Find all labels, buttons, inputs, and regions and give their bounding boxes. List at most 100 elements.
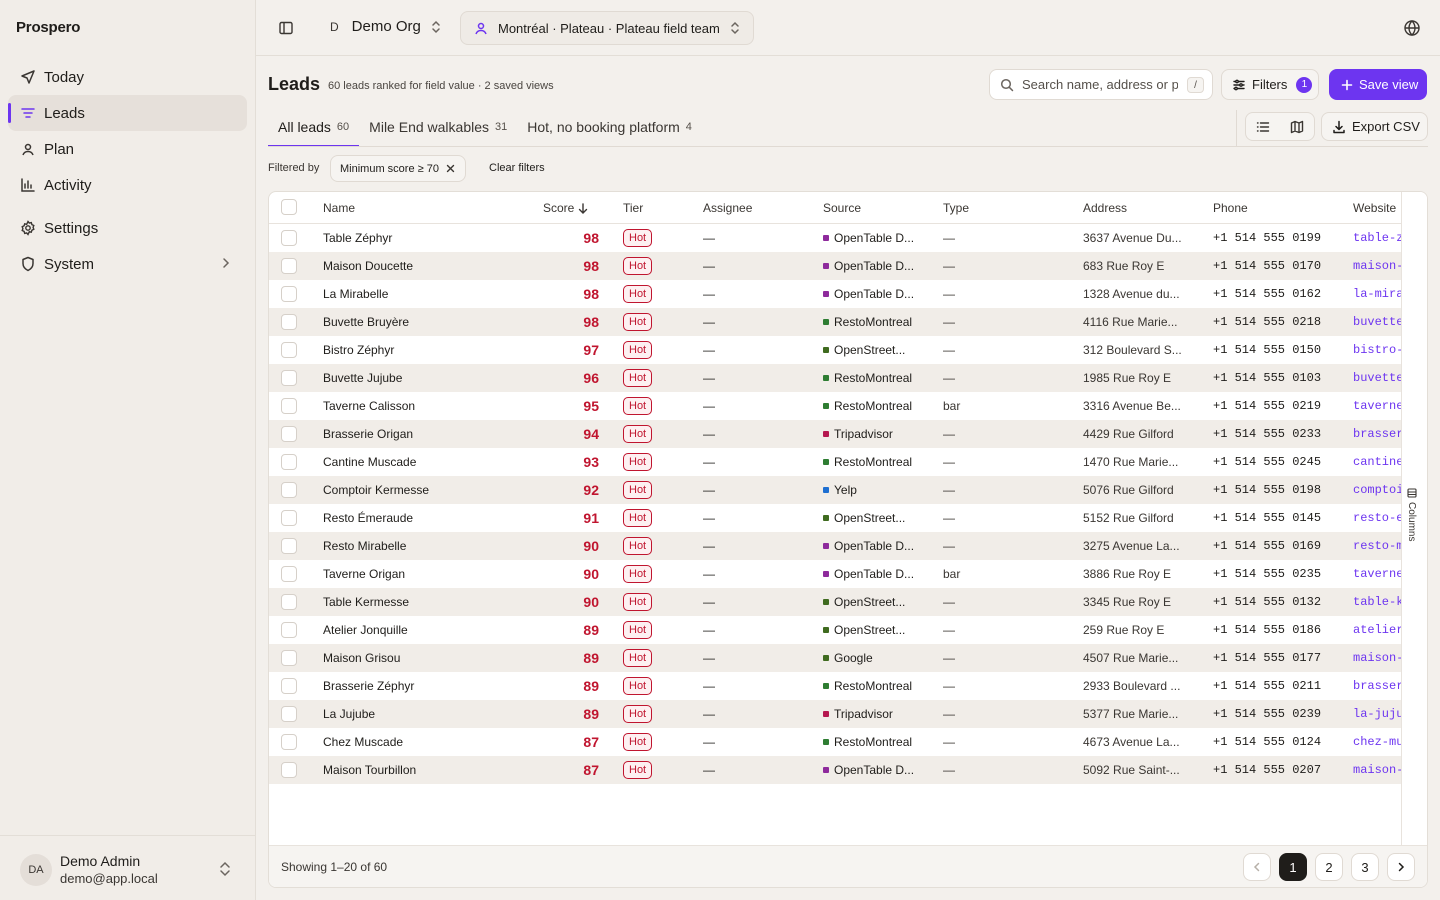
page-button-2[interactable]: 2 [1315, 853, 1343, 881]
lead-website-link[interactable]: table-ker [1353, 595, 1401, 609]
lead-name[interactable]: Chez Muscade [323, 735, 523, 749]
table-row[interactable]: Resto Émeraude 91 Hot — OpenStreet... — 5152 R… [269, 504, 1401, 532]
lead-website-link[interactable]: chez-mu [1353, 735, 1401, 749]
tab-hot-no-booking[interactable]: Hot, no booking platform 4 [517, 108, 702, 146]
lead-name[interactable]: La Jujube [323, 707, 523, 721]
list-view-icon[interactable] [1246, 113, 1280, 140]
row-checkbox[interactable] [281, 510, 297, 526]
sidebar-item-leads[interactable]: Leads [8, 95, 247, 131]
lead-name[interactable]: Table Zéphyr [323, 231, 523, 245]
search-input[interactable] [1022, 77, 1178, 92]
export-csv-button[interactable]: Export CSV [1321, 112, 1428, 141]
row-checkbox[interactable] [281, 286, 297, 302]
lead-name[interactable]: Resto Mirabelle [323, 539, 523, 553]
lead-website-link[interactable]: la-jujube [1353, 707, 1401, 721]
table-row[interactable]: Comptoir Kermesse 92 Hot — Yelp — 5076 Rue Gil… [269, 476, 1401, 504]
table-row[interactable]: Buvette Bruyère 98 Hot — RestoMontreal — 4116 … [269, 308, 1401, 336]
prev-page-button[interactable] [1243, 853, 1271, 881]
lead-website-link[interactable]: maison-t [1353, 763, 1401, 777]
column-header-address[interactable]: Address [1083, 201, 1127, 215]
lead-name[interactable]: Taverne Calisson [323, 399, 523, 413]
lead-name[interactable]: Bistro Zéphyr [323, 343, 523, 357]
column-header-source[interactable]: Source [823, 201, 861, 215]
lead-name[interactable]: Taverne Origan [323, 567, 523, 581]
row-checkbox[interactable] [281, 762, 297, 778]
select-all-checkbox[interactable] [281, 199, 297, 215]
page-button-3[interactable]: 3 [1351, 853, 1379, 881]
lead-name[interactable]: Buvette Bruyère [323, 315, 523, 329]
column-header-assignee[interactable]: Assignee [703, 201, 752, 215]
table-row[interactable]: Bistro Zéphyr 97 Hot — OpenStreet... — 312 Bou… [269, 336, 1401, 364]
table-row[interactable]: Maison Grisou 89 Hot — Google — 4507 Rue Marie… [269, 644, 1401, 672]
search-box[interactable]: / [989, 69, 1213, 100]
lead-website-link[interactable]: taverne-o [1353, 567, 1401, 581]
lead-website-link[interactable]: maison-d [1353, 259, 1401, 273]
lead-name[interactable]: Maison Tourbillon [323, 763, 523, 777]
team-switcher[interactable]: Montréal · Plateau · Plateau field team [460, 11, 754, 45]
lead-website-link[interactable]: cantine-m [1353, 455, 1401, 469]
row-checkbox[interactable] [281, 230, 297, 246]
row-checkbox[interactable] [281, 426, 297, 442]
table-row[interactable]: Maison Doucette 98 Hot — OpenTable D... — 683 … [269, 252, 1401, 280]
row-checkbox[interactable] [281, 370, 297, 386]
row-checkbox[interactable] [281, 622, 297, 638]
lead-name[interactable]: Table Kermesse [323, 595, 523, 609]
sidebar-toggle-icon[interactable] [278, 20, 294, 36]
lead-name[interactable]: La Mirabelle [323, 287, 523, 301]
chevrons-updown-icon[interactable] [218, 860, 232, 878]
lead-website-link[interactable]: bistro-ze [1353, 343, 1401, 357]
table-row[interactable]: La Mirabelle 98 Hot — OpenTable D... — 1328 Av… [269, 280, 1401, 308]
page-button-1[interactable]: 1 [1279, 853, 1307, 881]
lead-name[interactable]: Maison Grisou [323, 651, 523, 665]
tab-mile-end-walkables[interactable]: Mile End walkables 31 [359, 108, 517, 146]
close-icon[interactable] [446, 164, 455, 173]
lead-website-link[interactable]: buvette-b [1353, 315, 1401, 329]
row-checkbox[interactable] [281, 398, 297, 414]
table-row[interactable]: Maison Tourbillon 87 Hot — OpenTable D... — 50… [269, 756, 1401, 784]
table-row[interactable]: La Jujube 89 Hot — Tripadvisor — 5377 Rue Mari… [269, 700, 1401, 728]
row-checkbox[interactable] [281, 538, 297, 554]
lead-website-link[interactable]: taverne-c [1353, 399, 1401, 413]
lead-name[interactable]: Buvette Jujube [323, 371, 523, 385]
sidebar-item-settings[interactable]: Settings [8, 210, 247, 246]
lead-website-link[interactable]: maison-g [1353, 651, 1401, 665]
row-checkbox[interactable] [281, 258, 297, 274]
row-checkbox[interactable] [281, 678, 297, 694]
table-row[interactable]: Chez Muscade 87 Hot — RestoMontreal — 4673 Ave… [269, 728, 1401, 756]
lead-website-link[interactable]: atelier-jo [1353, 623, 1401, 637]
columns-toggle[interactable]: Columns [1401, 192, 1427, 845]
table-row[interactable]: Table Kermesse 90 Hot — OpenStreet... — 3345 R… [269, 588, 1401, 616]
sidebar-item-activity[interactable]: Activity [8, 167, 247, 203]
table-row[interactable]: Brasserie Zéphyr 89 Hot — RestoMontreal — 2933… [269, 672, 1401, 700]
table-row[interactable]: Atelier Jonquille 89 Hot — OpenStreet... — 259… [269, 616, 1401, 644]
row-checkbox[interactable] [281, 650, 297, 666]
lead-name[interactable]: Brasserie Origan [323, 427, 523, 441]
map-view-icon[interactable] [1280, 113, 1314, 140]
lead-website-link[interactable]: resto-mi [1353, 539, 1401, 553]
row-checkbox[interactable] [281, 706, 297, 722]
lead-name[interactable]: Maison Doucette [323, 259, 523, 273]
sidebar-item-today[interactable]: Today [8, 59, 247, 95]
lead-website-link[interactable]: comptoir [1353, 483, 1401, 497]
globe-icon[interactable] [1403, 19, 1421, 37]
lead-website-link[interactable]: brasserie [1353, 427, 1401, 441]
table-row[interactable]: Table Zéphyr 98 Hot — OpenTable D... — 3637 Av… [269, 224, 1401, 252]
lead-name[interactable]: Brasserie Zéphyr [323, 679, 523, 693]
save-view-button[interactable]: Save view [1329, 69, 1427, 100]
column-header-phone[interactable]: Phone [1213, 201, 1248, 215]
row-checkbox[interactable] [281, 734, 297, 750]
table-row[interactable]: Taverne Origan 90 Hot — OpenTable D... bar 388… [269, 560, 1401, 588]
lead-name[interactable]: Comptoir Kermesse [323, 483, 523, 497]
lead-website-link[interactable]: table-zep [1353, 231, 1401, 245]
table-row[interactable]: Cantine Muscade 93 Hot — RestoMontreal — 1470 … [269, 448, 1401, 476]
table-row[interactable]: Buvette Jujube 96 Hot — RestoMontreal — 1985 R… [269, 364, 1401, 392]
row-checkbox[interactable] [281, 342, 297, 358]
table-row[interactable]: Brasserie Origan 94 Hot — Tripadvisor — 4429 R… [269, 420, 1401, 448]
sidebar-item-system[interactable]: System [8, 246, 247, 282]
clear-filters-button[interactable]: Clear filters [489, 162, 545, 174]
tab-all-leads[interactable]: All leads 60 [268, 108, 360, 147]
table-row[interactable]: Resto Mirabelle 90 Hot — OpenTable D... — 3275… [269, 532, 1401, 560]
next-page-button[interactable] [1387, 853, 1415, 881]
table-row[interactable]: Taverne Calisson 95 Hot — RestoMontreal bar 33… [269, 392, 1401, 420]
lead-name[interactable]: Resto Émeraude [323, 511, 523, 525]
